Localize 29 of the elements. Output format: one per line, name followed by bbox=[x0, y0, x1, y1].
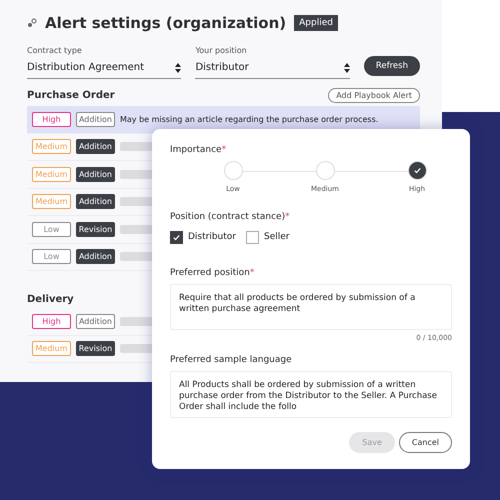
checkbox-label: Seller bbox=[264, 232, 290, 242]
section-title: Delivery bbox=[27, 294, 74, 305]
type-tag: Addition bbox=[76, 112, 115, 127]
importance-label: Importance* bbox=[170, 145, 228, 155]
type-tag: Addition bbox=[76, 249, 115, 264]
type-tag: Revision bbox=[76, 222, 115, 237]
type-tag: Addition bbox=[76, 314, 115, 329]
priority-tag: Medium bbox=[32, 166, 71, 182]
section-title: Purchase Order bbox=[27, 90, 115, 101]
field-label: Your position bbox=[195, 46, 248, 55]
type-tag: Addition bbox=[76, 166, 115, 182]
preferred-position-label: Preferred position* bbox=[170, 268, 256, 278]
type-tag: Revision bbox=[76, 341, 115, 356]
priority-tag: Medium bbox=[32, 139, 71, 154]
alert-text: May be missing an article regarding the purchase order process. bbox=[120, 114, 378, 124]
priority-tag: High bbox=[32, 112, 71, 127]
sample-language-label: Preferred sample language bbox=[170, 355, 293, 366]
type-tag: Addition bbox=[76, 139, 115, 154]
priority-tag: Low bbox=[32, 249, 71, 264]
status-badge: Applied bbox=[294, 15, 338, 31]
position-label: Position (contract stance)* bbox=[170, 212, 291, 222]
type-tag: Addition bbox=[76, 194, 115, 210]
priority-tag: Low bbox=[32, 222, 71, 237]
checkbox-label: Distributor bbox=[188, 232, 236, 242]
priority-tag: High bbox=[32, 314, 71, 329]
page-title: Alert settings (organization) bbox=[45, 14, 286, 32]
priority-tag: Medium bbox=[32, 341, 71, 356]
priority-tag: Medium bbox=[32, 194, 71, 210]
field-label: Contract type bbox=[27, 46, 83, 55]
